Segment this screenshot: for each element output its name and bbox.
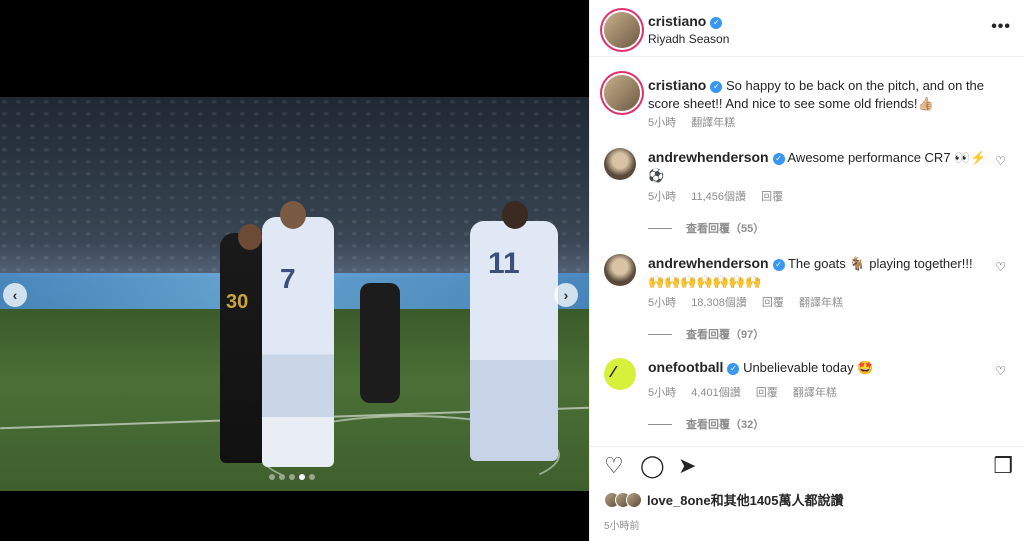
translate-link[interactable]: 翻譯年糕 xyxy=(799,297,843,309)
verified-badge-icon: ✓ xyxy=(727,363,740,375)
caption-meta: 5小時 翻譯年糕 xyxy=(648,114,747,130)
view-replies-label: 查看回覆（97） xyxy=(686,329,765,341)
player-head xyxy=(280,201,306,229)
comment-username[interactable]: andrewhenderson xyxy=(648,255,769,271)
comment-meta: 5小時 4,401個讚 回覆 翻譯年糕 xyxy=(648,384,849,400)
view-replies-button[interactable]: 查看回覆（32） xyxy=(648,416,764,432)
comment-body: Unbelievable today 🤩 xyxy=(743,360,874,375)
view-replies-label: 查看回覆（55） xyxy=(686,223,765,235)
heart-icon[interactable]: ♡ xyxy=(604,453,624,479)
caption-text: cristiano ✓ So happy to be back on the pi… xyxy=(648,76,998,113)
liker-avatar xyxy=(626,491,642,508)
comment-meta: 5小時 11,456個讚 回覆 xyxy=(648,188,795,204)
comment-text: andrewhenderson ✓ Awesome performance CR7… xyxy=(648,148,988,185)
verified-badge-icon: ✓ xyxy=(772,259,785,271)
comment-time: 5小時 xyxy=(648,191,677,203)
carousel-dot[interactable] xyxy=(289,474,295,480)
post-location[interactable]: Riyadh Season xyxy=(648,32,729,46)
carousel-dot-active[interactable] xyxy=(299,474,305,480)
caption-time: 5小時 xyxy=(648,117,677,129)
comment-likes[interactable]: 4,401個讚 xyxy=(691,387,741,399)
verified-badge-icon: ✓ xyxy=(772,153,785,165)
player-head xyxy=(502,201,528,229)
view-replies-button[interactable]: 查看回覆（97） xyxy=(648,326,764,342)
share-icon[interactable]: ➤ xyxy=(678,453,696,479)
replies-line xyxy=(648,227,672,229)
posted-time: 5小時前 xyxy=(604,521,640,532)
caption-avatar[interactable] xyxy=(604,75,640,111)
likes-summary[interactable]: love_8one和其他1405萬人都說讚 xyxy=(604,490,844,509)
carousel-dot[interactable] xyxy=(309,474,315,480)
commenter-avatar[interactable] xyxy=(604,254,636,286)
carousel-prev-button[interactable]: ‹ xyxy=(3,283,27,307)
comment-text: onefootball ✓ Unbelievable today 🤩 xyxy=(648,358,988,377)
reply-link[interactable]: 回覆 xyxy=(756,387,778,399)
replies-line xyxy=(648,333,672,335)
translate-link[interactable]: 翻譯年糕 xyxy=(793,387,837,399)
carousel-next-button[interactable]: › xyxy=(554,283,578,307)
comment-username[interactable]: andrewhenderson xyxy=(648,149,769,165)
post-header: cristiano ✓ Riyadh Season ••• xyxy=(590,0,1024,57)
chevron-right-icon: › xyxy=(563,287,569,303)
comment-heart-icon[interactable]: ♡ xyxy=(995,154,1006,168)
translate-link[interactable]: 翻譯年糕 xyxy=(691,117,735,129)
carousel-dot[interactable] xyxy=(269,474,275,480)
player-head xyxy=(238,224,262,250)
comment-heart-icon[interactable]: ♡ xyxy=(995,364,1006,378)
caption-username[interactable]: cristiano xyxy=(648,77,706,93)
onefootball-logo-icon: ⁄ xyxy=(612,364,615,381)
comment-text: andrewhenderson ✓ The goats 🐐 playing tog… xyxy=(648,254,988,291)
chevron-left-icon: ‹ xyxy=(12,287,18,303)
post-side-panel: cristiano ✓ Riyadh Season ••• cristiano ✓ … xyxy=(589,0,1024,541)
author-avatar[interactable] xyxy=(604,12,640,48)
view-replies-label: 查看回覆（32） xyxy=(686,419,765,431)
comment-time: 5小時 xyxy=(648,387,677,399)
likes-text: love_8one和其他1405萬人都說讚 xyxy=(647,493,844,508)
media-area: 30 7 11 ‹ › xyxy=(0,0,589,541)
carousel-dot[interactable] xyxy=(279,474,285,480)
post-actions-bar: ♡ ◯ ➤ ❒ xyxy=(590,446,1024,486)
bookmark-icon[interactable]: ❒ xyxy=(993,453,1013,479)
comment-heart-icon[interactable]: ♡ xyxy=(995,260,1006,274)
jersey-number: 30 xyxy=(226,291,249,313)
player-white-kit-7 xyxy=(262,217,334,467)
reply-link[interactable]: 回覆 xyxy=(762,297,784,309)
comment-likes[interactable]: 11,456個讚 xyxy=(691,191,746,203)
comment-time: 5小時 xyxy=(648,297,677,309)
view-replies-button[interactable]: 查看回覆（55） xyxy=(648,220,764,236)
verified-badge-icon: ✓ xyxy=(710,17,723,29)
background-player xyxy=(360,283,400,403)
comment-username[interactable]: onefootball xyxy=(648,359,723,375)
carousel-dots xyxy=(269,474,315,480)
comment-likes[interactable]: 18,308個讚 xyxy=(691,297,747,309)
commenter-avatar[interactable] xyxy=(604,148,636,180)
verified-badge-icon: ✓ xyxy=(710,81,723,93)
post-photo[interactable]: 30 7 11 xyxy=(0,97,589,491)
commenter-avatar[interactable]: ⁄ xyxy=(604,358,636,390)
comment-meta: 5小時 18,308個讚 回覆 翻譯年糕 xyxy=(648,294,855,310)
replies-line xyxy=(648,423,672,425)
instagram-post: 30 7 11 ‹ › cristiano ✓ Riyadh Season ••• xyxy=(0,0,1024,541)
comment-icon[interactable]: ◯ xyxy=(640,453,665,479)
author-username[interactable]: cristiano ✓ xyxy=(648,13,723,29)
reply-link[interactable]: 回覆 xyxy=(761,191,783,203)
jersey-number: 11 xyxy=(488,247,520,280)
more-options-icon[interactable]: ••• xyxy=(991,18,1011,36)
jersey-number: 7 xyxy=(280,263,296,294)
